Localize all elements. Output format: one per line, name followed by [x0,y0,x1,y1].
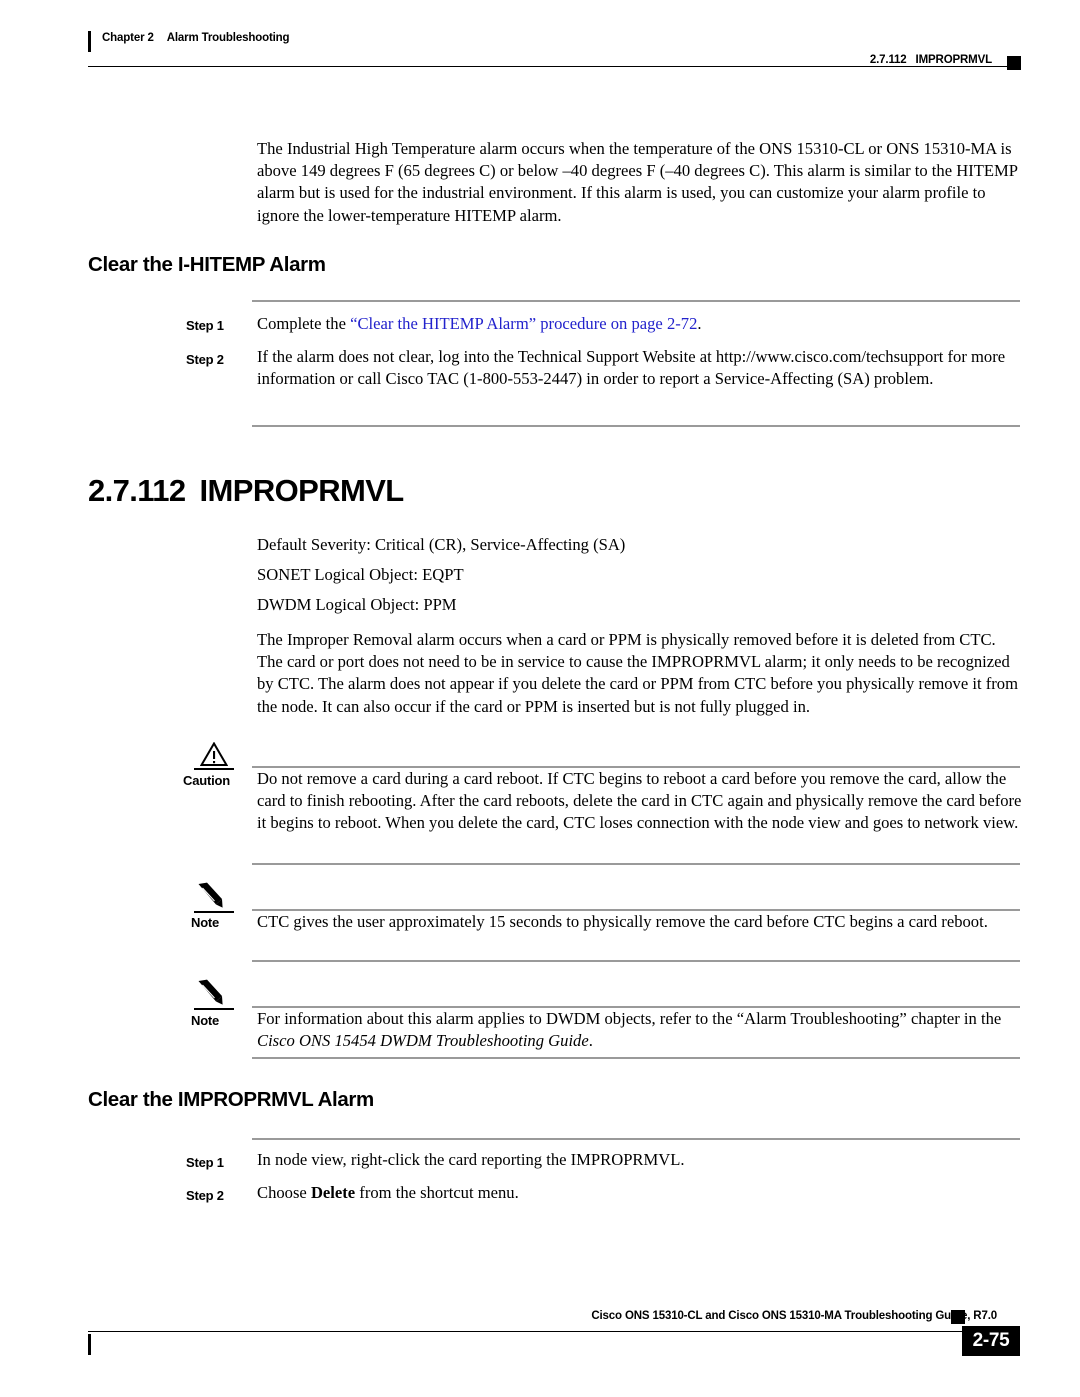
procedure-bottom-rule-hitemp [252,425,1020,427]
header-chapter-breadcrumb: Chapter 2 Alarm Troubleshooting [102,32,290,44]
header-chapter-title: Alarm Troubleshooting [166,32,290,44]
note-1-label: Note [191,915,220,930]
step-label: Step 2 [186,352,224,367]
note-1-icon-underline [194,911,234,913]
footer-marker-square [951,1310,965,1324]
step-text-after: from the shortcut menu. [355,1183,519,1202]
section-title: IMPROPRMVL [199,473,405,508]
heading-clear-i-hitemp-alarm: Clear the I-HITEMP Alarm [88,253,326,276]
step-label: Step 1 [186,1155,224,1170]
step-body: Choose Delete from the shortcut menu. [257,1182,1023,1204]
section-attribute-dwdm-object: DWDM Logical Object: PPM [257,595,457,614]
header-marker-square [1007,56,1021,70]
step-label: Step 1 [186,318,224,333]
section-attribute-sonet-object: SONET Logical Object: EQPT [257,565,464,584]
section-description-paragraph: The Improper Removal alarm occurs when a… [257,630,1018,716]
note-1-body-text: CTC gives the user approximately 15 seco… [257,912,988,931]
page-header: Chapter 2 Alarm Troubleshooting 2.7.112 IM… [88,30,1021,70]
header-section-title: IMPROPRMVL [915,54,993,66]
step-label: Step 2 [186,1188,224,1203]
caution-body-text: Do not remove a card during a card reboo… [257,769,1022,833]
step-body: If the alarm does not clear, log into th… [257,347,1006,389]
step-text-after: . [697,314,702,333]
note-2-text-before: For information about this alarm applies… [257,1009,1002,1028]
step-body: In node view, right-click the card repor… [257,1150,685,1169]
procedure-top-rule-hitemp [252,300,1020,302]
note-2-bottom-rule [252,1057,1020,1059]
note-2-body-text: For information about this alarm applies… [257,1008,1023,1052]
step-menu-command: Delete [310,1183,356,1202]
note-2-icon-underline [194,1008,234,1010]
caution-bottom-rule [252,863,1020,865]
heading-clear-improprmvl-alarm: Clear the IMPROPRMVL Alarm [88,1088,374,1111]
caution-label: Caution [183,773,230,788]
note-2-label: Note [191,1013,220,1028]
footer-divider-rule [88,1331,965,1332]
procedure-top-rule-improprmvl [252,1138,1020,1140]
step-body: Complete the “Clear the HITEMP Alarm” pr… [257,313,1021,335]
footer-tick-mark [88,1334,91,1355]
note-2-guide-title: Cisco ONS 15454 DWDM Troubleshooting Gui… [257,1031,589,1051]
procedure-cross-reference-link[interactable]: “Clear the HITEMP Alarm” procedure on pa… [350,314,697,333]
header-divider-rule [88,66,1007,67]
section-heading-improprmvl: 2.7.112 IMPROPRMVL [88,473,404,509]
intro-paragraph: The Industrial High Temperature alarm oc… [257,139,1018,225]
footer-guide-title: Cisco ONS 15310-CL and Cisco ONS 15310-M… [591,1310,997,1322]
header-section-reference: 2.7.112 IMPROPRMVL [870,54,992,66]
header-section-number: 2.7.112 [869,54,907,66]
note-1-bottom-rule [252,960,1020,962]
note-2-text-after: . [588,1031,593,1051]
section-attribute-severity: Default Severity: Critical (CR), Service… [257,535,626,554]
section-number: 2.7.112 [88,473,186,508]
caution-icon-underline [194,768,234,770]
header-tick-mark [88,31,91,52]
footer-page-number: 2-75 [962,1326,1020,1356]
step-text-before: Choose [257,1183,311,1202]
header-chapter-number: Chapter 2 [102,32,154,44]
step-text-before: Complete the [257,314,351,333]
document-page: Chapter 2 Alarm Troubleshooting 2.7.112 IM… [0,0,1080,1397]
